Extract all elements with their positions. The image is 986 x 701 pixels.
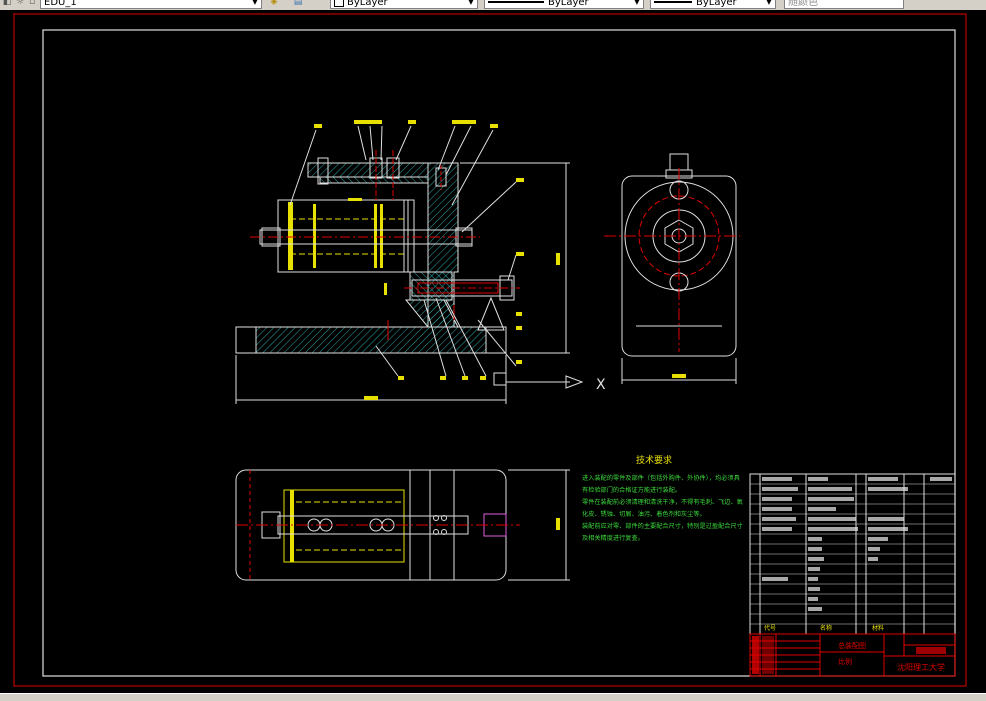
- header-name: 名称: [820, 624, 832, 632]
- lightbulb-icon[interactable]: ☼: [14, 0, 26, 8]
- color-select[interactable]: ByLayer ▼: [330, 0, 478, 9]
- color-select-value: ByLayer: [347, 0, 388, 8]
- parts-list-cell-text: [808, 487, 852, 491]
- parts-list-cell-text: [808, 587, 820, 591]
- tech-req-line-5: 装配前应对零、部件的主要配合尺寸，特别是过盈配合尺寸: [582, 522, 743, 530]
- institution-name: 沈阳理工大学: [897, 662, 945, 672]
- tech-req-line-6: 及相关精度进行复查。: [582, 534, 644, 542]
- tech-req-title: 技术要求: [636, 454, 672, 466]
- layer-select[interactable]: EDU_1 ▼: [40, 0, 262, 9]
- lineweight-select-value: ByLayer: [696, 0, 737, 8]
- layer-name: EDU_1: [44, 0, 77, 8]
- chevron-down-icon: ▼: [468, 0, 474, 6]
- parts-list-cell-text: [762, 527, 792, 531]
- parts-list-cell-text: [808, 607, 822, 611]
- scale-label: 比例: [838, 657, 852, 666]
- lineweight-select[interactable]: ByLayer ▼: [650, 0, 776, 9]
- parts-list-cell-text: [868, 517, 904, 521]
- outer-border: [13, 13, 967, 687]
- lineweight-preview-icon: [654, 1, 692, 3]
- cad-drawing: X 技术要求 进入装配的零件及部件（包括外购件、外协件），均必须具 有检验部门的…: [13, 13, 967, 687]
- parts-list-cell-text: [762, 577, 788, 581]
- parts-list-cell-text: [808, 517, 856, 521]
- parts-list-cell-text: [762, 507, 792, 511]
- parts-list-cell-text: [762, 497, 792, 501]
- title-block: 总装配图 比例 沈阳理工大学: [749, 633, 956, 677]
- linetype-select-value: ByLayer: [548, 0, 589, 8]
- parts-list-cell-text: [762, 487, 798, 491]
- tech-req-line-3: 零件在装配前必须清理和清洗干净，不得有毛刺、飞边、氧: [582, 498, 743, 506]
- header-material: 材料: [872, 624, 884, 632]
- chevron-down-icon: ▼: [766, 0, 772, 6]
- parts-list-cell-text: [808, 597, 818, 601]
- parts-list-cell-text: [808, 477, 828, 481]
- parts-list-cell-text: [808, 497, 854, 501]
- header-code: 代号: [764, 624, 776, 632]
- plotstyle-select[interactable]: 随颜色: [784, 0, 904, 9]
- parts-list-cell-text: [868, 547, 880, 551]
- drawing-canvas[interactable]: X 技术要求 进入装配的零件及部件（包括外购件、外协件），均必须具 有检验部门的…: [0, 10, 986, 694]
- tech-req-line-1: 进入装配的零件及部件（包括外购件、外协件），均必须具: [582, 474, 740, 482]
- plotstyle-select-value: 随颜色: [788, 0, 818, 8]
- chevron-down-icon: ▼: [252, 0, 258, 6]
- parts-list-cell-text: [808, 507, 836, 511]
- side-view: [604, 153, 740, 384]
- tech-req-line-2: 有检验部门的合格证方能进行装配。: [582, 486, 681, 494]
- layer-previous-icon[interactable]: ▤: [292, 0, 304, 8]
- chevron-down-icon: ▼: [634, 0, 640, 6]
- parts-list-cell-text: [868, 487, 908, 491]
- parts-list-cell-text: [808, 557, 824, 561]
- tech-req-line-4: 化皮、锈蚀、切屑、油污、着色剂和灰尘等。: [582, 510, 706, 518]
- parts-list-cell-text: [762, 517, 796, 521]
- front-view: X: [235, 120, 606, 404]
- section-marker: X: [596, 377, 606, 393]
- lock-icon[interactable]: ▫: [26, 0, 38, 8]
- parts-list-cell-text: [762, 477, 792, 481]
- linetype-select[interactable]: ByLayer ▼: [484, 0, 644, 9]
- parts-list-cell-text: [808, 577, 818, 581]
- parts-list-cell-text: [808, 547, 822, 551]
- parts-list-cell-text: [808, 567, 820, 571]
- parts-list-cell-text: [808, 537, 822, 541]
- parts-list-cell-text: [868, 537, 888, 541]
- parts-list-cell-text: [868, 477, 898, 481]
- top-view: [235, 469, 570, 581]
- drawing-name: 总装配图: [838, 641, 866, 650]
- make-layer-current-icon[interactable]: ◈: [268, 0, 280, 8]
- parts-list-cell-text: [930, 477, 952, 481]
- color-swatch-icon: [334, 0, 344, 7]
- status-bar: [0, 693, 986, 701]
- parts-list-cell-text: [868, 557, 878, 561]
- parts-list: 代号 名称 材料: [749, 473, 956, 635]
- parts-list-cell-text: [868, 527, 908, 531]
- layer-state-icon[interactable]: ◧: [1, 0, 13, 8]
- linetype-preview-icon: [488, 1, 544, 3]
- technical-requirements: 技术要求 进入装配的零件及部件（包括外购件、外协件），均必须具 有检验部门的合格…: [582, 454, 743, 542]
- parts-list-cell-text: [808, 527, 858, 531]
